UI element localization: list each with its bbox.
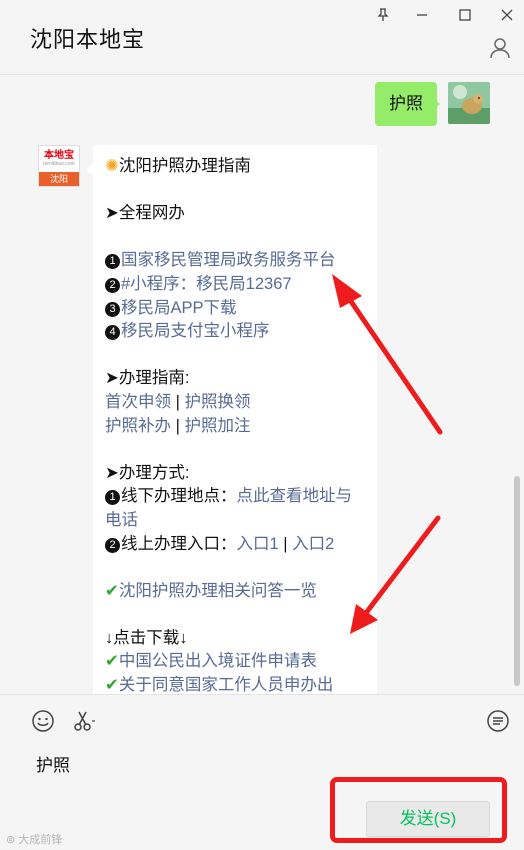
sent-message-bubble[interactable]: 护照 (375, 82, 437, 126)
avatar-logo: 本地宝 (44, 150, 74, 161)
reply-message-bubble: ✺沈阳护照办理指南 ➤全程网办 1 国家移民管理局政务服务平台 2 #小程序：移民局… (93, 145, 377, 694)
watermark: ⊚ 大成前锋 (6, 831, 62, 847)
number-badge: 1 (105, 490, 120, 506)
link-entry-1[interactable]: 入口1 (237, 535, 279, 553)
reply-title: 沈阳护照办理指南 (118, 157, 251, 175)
minimize-icon[interactable] (409, 4, 435, 26)
check-icon: ✔ (105, 581, 119, 600)
pin-icon[interactable] (370, 4, 396, 26)
online-method-item: 2 线上办理入口：入口1 | 入口2 (105, 533, 365, 557)
check-icon: ✔ (105, 652, 119, 671)
link-faq[interactable]: 沈阳护照办理相关问答一览 (119, 582, 317, 600)
number-badge: 2 (105, 537, 120, 553)
separator: | (175, 392, 180, 411)
sun-icon: ✺ (105, 157, 119, 175)
link-alipay-mini-program[interactable]: 移民局支付宝小程序 (121, 322, 270, 340)
number-badge: 2 (105, 277, 120, 293)
scissors-icon[interactable] (72, 709, 96, 733)
method-heading: ➤办理方式: (105, 463, 190, 482)
chat-history-icon[interactable] (486, 709, 510, 733)
online-item: 3 移民局APP下载 (105, 297, 365, 321)
download-heading: ↓点击下载↓ (105, 628, 188, 647)
separator: | (175, 416, 180, 435)
bubble-tail (433, 98, 440, 110)
chat-title: 沈阳本地宝 (30, 27, 146, 52)
close-icon[interactable] (494, 4, 520, 26)
watermark-text: 大成前锋 (18, 834, 63, 846)
online-item: 2 #小程序：移民局12367 (105, 273, 365, 297)
link-passport-renewal[interactable]: 护照换领 (184, 393, 250, 411)
guide-heading: ➤办理指南: (105, 369, 190, 388)
online-label: 线上办理入口： (121, 534, 237, 553)
download-item: ✔关于同意国家工作人员申办出 (105, 674, 365, 694)
message-input[interactable]: 护照 (36, 751, 70, 776)
download-item: ✔中国公民出入境证件申请表 (105, 650, 365, 674)
guide-links-row: 首次申领 | 护照换领 (105, 391, 365, 415)
chat-area[interactable]: 护照 本地宝 bendibao.com 沈阳 ✺沈阳护照办理指南 ➤全程网办 1… (0, 76, 524, 694)
offline-label: 线下办理地点： (121, 487, 237, 506)
separator: | (283, 534, 288, 553)
link-app-download[interactable]: 移民局APP下载 (121, 299, 237, 317)
official-account-avatar[interactable]: 本地宝 bendibao.com 沈阳 (38, 145, 80, 187)
link-mini-program[interactable]: #小程序：移民局12367 (121, 275, 292, 293)
bubble-tail (86, 164, 93, 176)
link-passport-endorsement[interactable]: 护照加注 (184, 417, 250, 435)
link-entry-2[interactable]: 入口2 (292, 535, 334, 553)
number-badge: 3 (105, 301, 120, 317)
title-bar: 沈阳本地宝 (0, 0, 524, 75)
guide-links-row: 护照补办 | 护照加注 (105, 415, 365, 439)
avatar-city-label: 沈阳 (39, 172, 79, 186)
online-item: 4 移民局支付宝小程序 (105, 320, 365, 344)
number-badge: 4 (105, 325, 120, 341)
maximize-icon[interactable] (452, 4, 478, 26)
link-application-form[interactable]: 中国公民出入境证件申请表 (119, 652, 317, 670)
avatar-logo-subtext: bendibao.com (43, 161, 75, 167)
link-passport-reissue[interactable]: 护照补办 (105, 417, 171, 435)
input-area[interactable]: 护照 发送(S) ⊚ 大成前锋 (0, 694, 524, 850)
chat-scrollbar[interactable] (514, 476, 520, 686)
link-staff-consent[interactable]: 关于同意国家工作人员申办出 (119, 676, 334, 694)
faq-item: ✔沈阳护照办理相关问答一览 (105, 580, 365, 604)
offline-method-item: 1 线下办理地点：点此查看地址与电话 (105, 485, 365, 532)
link-first-application[interactable]: 首次申领 (105, 393, 171, 411)
send-button[interactable]: 发送(S) (366, 801, 490, 837)
link-immigration-platform[interactable]: 国家移民管理局政务服务平台 (121, 251, 336, 269)
check-icon: ✔ (105, 676, 119, 694)
reply-title-line: ✺沈阳护照办理指南 (105, 155, 365, 179)
online-item: 1 国家移民管理局政务服务平台 (105, 249, 365, 273)
online-heading: ➤全程网办 (105, 204, 185, 223)
emoji-icon[interactable] (31, 709, 55, 733)
avatar[interactable] (448, 82, 490, 124)
person-icon[interactable] (488, 36, 512, 60)
watermark-logo-icon: ⊚ (6, 834, 19, 846)
number-badge: 1 (105, 254, 120, 270)
